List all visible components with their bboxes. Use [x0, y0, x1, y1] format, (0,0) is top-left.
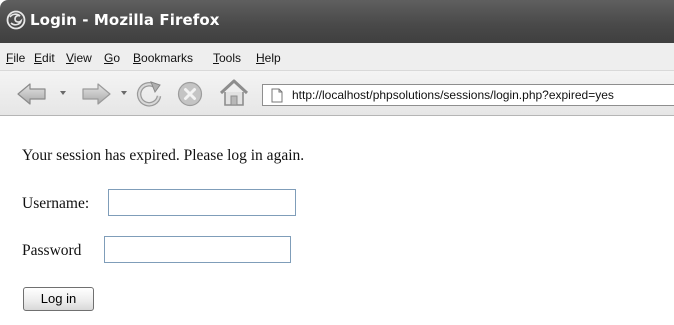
menu-help-label: elp [264, 51, 281, 65]
home-icon[interactable] [218, 78, 250, 108]
menu-help[interactable]: Help [256, 51, 281, 65]
forward-dropdown-icon[interactable] [121, 91, 127, 95]
password-input[interactable] [104, 236, 291, 263]
menu-tools-label: ools [219, 51, 242, 65]
address-bar[interactable]: http://localhost/phpsolutions/sessions/l… [262, 84, 674, 106]
menu-view-mnemonic: V [66, 51, 74, 65]
menu-tools[interactable]: Tools [213, 51, 241, 65]
reload-icon[interactable] [134, 79, 164, 109]
menu-edit[interactable]: Edit [34, 51, 55, 65]
menu-view[interactable]: View [66, 51, 92, 65]
menu-edit-label: dit [42, 51, 55, 65]
firefox-logo-icon [6, 10, 26, 30]
menu-edit-mnemonic: E [34, 51, 43, 65]
session-expired-message: Your session has expired. Please log in … [22, 147, 305, 164]
back-arrow-icon[interactable] [16, 82, 48, 106]
menu-help-mnemonic: H [256, 51, 265, 65]
page-content: Your session has expired. Please log in … [0, 117, 674, 325]
menu-bookmarks-mnemonic: B [133, 51, 142, 65]
back-dropdown-icon[interactable] [60, 91, 66, 95]
menu-bookmarks-label: ookmarks [141, 51, 194, 65]
forward-arrow-icon[interactable] [80, 82, 112, 106]
menu-go-label: o [113, 51, 121, 65]
menu-go[interactable]: Go [104, 51, 120, 65]
menu-view-label: iew [73, 51, 92, 65]
menu-file-label: ile [13, 51, 26, 65]
navigation-toolbar: http://localhost/phpsolutions/sessions/l… [0, 71, 674, 116]
menu-bookmarks[interactable]: Bookmarks [133, 51, 193, 65]
menu-go-mnemonic: G [104, 51, 114, 65]
login-button[interactable]: Log in [23, 287, 94, 311]
username-label: Username: [22, 195, 90, 212]
stop-icon[interactable] [176, 80, 204, 108]
password-label: Password [22, 242, 82, 259]
window-title: Login - Mozilla Firefox [30, 11, 220, 29]
menu-bar: File Edit View Go Bookmarks Tools Help [0, 43, 674, 71]
window-titlebar[interactable]: Login - Mozilla Firefox [0, 0, 674, 43]
page-icon [271, 88, 283, 103]
url-text: http://localhost/phpsolutions/sessions/l… [292, 88, 614, 102]
username-input[interactable] [108, 189, 296, 216]
menu-file[interactable]: File [6, 51, 25, 65]
